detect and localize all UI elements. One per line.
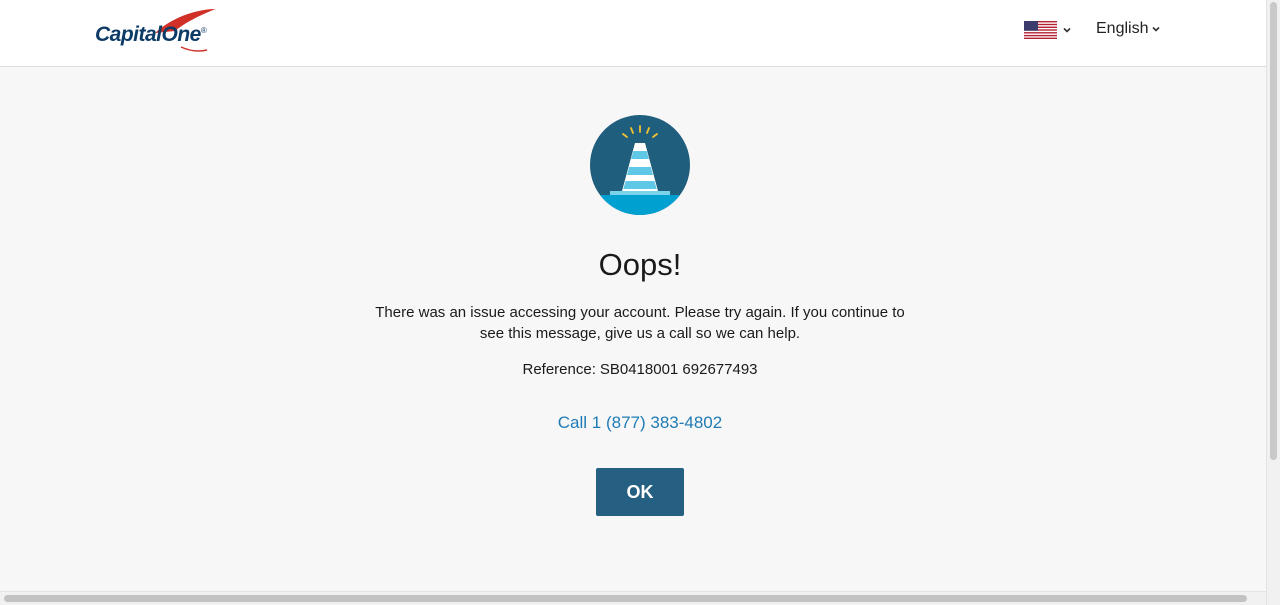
country-selector[interactable] bbox=[1024, 20, 1072, 40]
chevron-down-icon bbox=[1063, 27, 1071, 33]
horizontal-scrollbar[interactable] bbox=[0, 591, 1266, 605]
vertical-scrollbar[interactable] bbox=[1266, 0, 1280, 605]
reference-value: SB0418001 692677493 bbox=[599, 361, 758, 378]
logo-wordmark: CapitalOne® bbox=[95, 23, 207, 46]
chevron-down-icon bbox=[1152, 26, 1161, 32]
call-phone-link[interactable]: Call 1 (877) 383-4802 bbox=[0, 413, 1280, 433]
reference-label: Reference: bbox=[522, 361, 596, 378]
reference-line: Reference: SB0418001 692677493 bbox=[0, 361, 1280, 378]
ok-button[interactable]: OK bbox=[596, 468, 684, 516]
error-title: Oops! bbox=[598, 247, 682, 282]
horizontal-scroll-thumb[interactable] bbox=[4, 595, 1247, 602]
error-message: There was an issue accessing your accoun… bbox=[375, 304, 905, 342]
vertical-scroll-thumb[interactable] bbox=[1270, 2, 1277, 460]
error-panel: Oops! There was an issue accessing your … bbox=[0, 67, 1266, 591]
language-selector[interactable]: English bbox=[1096, 18, 1161, 40]
us-flag-icon bbox=[1024, 21, 1057, 39]
traffic-cone-icon bbox=[590, 115, 690, 215]
language-label: English bbox=[1096, 20, 1149, 37]
capital-one-logo[interactable]: CapitalOne® bbox=[95, 7, 227, 55]
top-header: CapitalOne® English bbox=[0, 0, 1266, 67]
